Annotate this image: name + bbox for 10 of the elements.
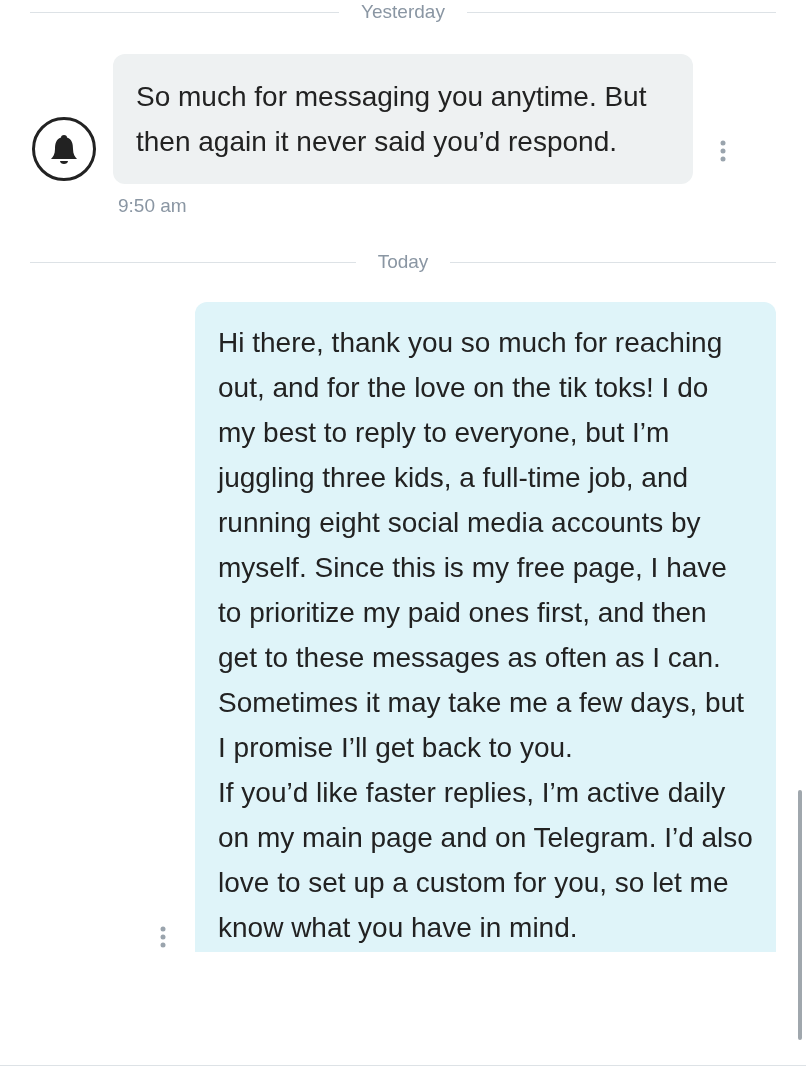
more-options-icon[interactable]	[160, 926, 166, 948]
avatar[interactable]	[32, 117, 96, 181]
scrollbar[interactable]	[798, 790, 802, 1040]
date-divider-label: Yesterday	[361, 2, 445, 22]
message-text: Hi there, thank you so much for reaching out, and for the love on the tik toks! I do my best to reply to everyone, but I’m juggling three kids, a full-time job, and running eight social media accounts by myself. Since this is my free page, I have to prioritize my paid ones first, and then get to these messages as often as I can. Sometimes it may take me a few days, but I promise I’ll get back to you.	[218, 326, 745, 765]
message-time: 9:50 am	[118, 194, 188, 218]
date-divider-label: Today	[377, 252, 429, 272]
more-options-icon[interactable]	[720, 140, 726, 162]
message-text: So much for messaging you anytime. But then again it never said you’d respond.	[136, 80, 648, 159]
message-text: If you’d like faster replies, I’m active daily on my main page and on Telegram. I’d also love to set up a custom for you, so let me know what you have in mind.	[218, 776, 753, 945]
